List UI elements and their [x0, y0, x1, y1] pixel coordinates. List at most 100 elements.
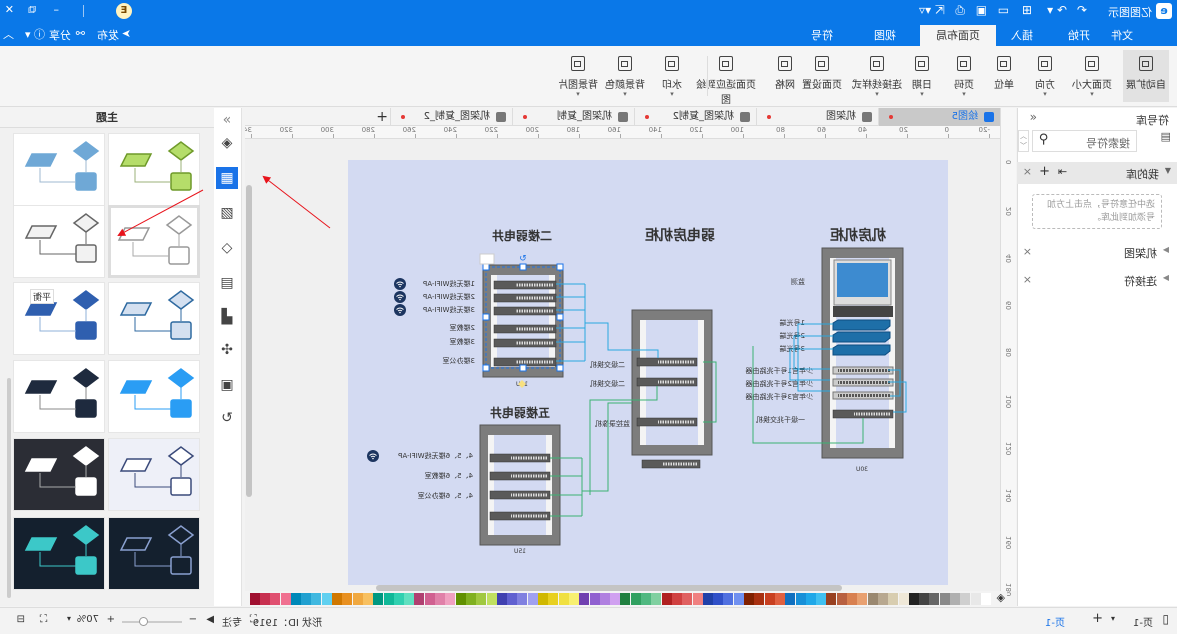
theme-thumbnail-navy[interactable]	[13, 360, 105, 433]
theme-thumbnail-bright-blue[interactable]	[108, 360, 200, 433]
color-swatch[interactable]	[280, 593, 291, 605]
rack-weak-current-room[interactable]	[631, 309, 713, 469]
zoom-slider[interactable]	[122, 617, 182, 626]
color-swatch[interactable]	[908, 593, 919, 605]
color-swatch[interactable]	[466, 593, 476, 605]
color-swatch[interactable]	[888, 593, 899, 605]
color-swatch[interactable]	[744, 593, 755, 605]
close-icon[interactable]: ×	[1023, 165, 1032, 178]
scroll-arrows[interactable]: ︿ ﹀	[1018, 130, 1029, 152]
restore-button[interactable]: ⧉	[28, 3, 36, 17]
color-swatch[interactable]	[610, 593, 621, 605]
color-swatch[interactable]	[383, 593, 394, 605]
tab-page-layout[interactable]: 页面布局	[920, 25, 996, 46]
add-page-button[interactable]: +	[1092, 611, 1103, 626]
theme-thumbnail-gray[interactable]	[13, 205, 105, 278]
color-swatch[interactable]	[620, 593, 631, 605]
rack-diagram[interactable]: 机房机柜30U监测1号光端2号光端3号光端少年宫1号千兆路由器少年宫2号千兆路由…	[348, 160, 948, 585]
zoom-dropdown-icon[interactable]: ▾	[67, 614, 71, 623]
tab-insert[interactable]: 插入	[1002, 25, 1042, 46]
color-swatch[interactable]	[847, 593, 858, 605]
publish-button[interactable]: 发布	[97, 27, 119, 43]
color-swatch[interactable]	[785, 593, 796, 605]
resize-handle[interactable]	[556, 364, 564, 372]
color-swatch[interactable]	[538, 593, 549, 605]
color-swatch[interactable]	[352, 593, 363, 605]
color-swatch[interactable]	[919, 593, 930, 605]
tab-home[interactable]: 开始	[1059, 25, 1099, 46]
theme-thumbnail-dark-outline[interactable]	[108, 517, 200, 590]
avatar-badge[interactable]: E	[116, 3, 132, 19]
close-icon[interactable]: ×	[1023, 273, 1032, 286]
fit-page-icon[interactable]: ⊟	[17, 614, 25, 625]
rack-fifth-floor[interactable]	[479, 424, 561, 546]
ribbon-button-8[interactable]: 网格	[762, 50, 808, 102]
ribbon-button-3[interactable]: 单位	[981, 50, 1027, 102]
color-swatch[interactable]	[764, 593, 775, 605]
ribbon-button-12[interactable]: 背景图片 ▾	[555, 50, 601, 102]
color-swatch[interactable]	[311, 593, 322, 605]
add-icon[interactable]: +	[1039, 164, 1050, 179]
search-icon[interactable]: ⚲	[1039, 132, 1049, 147]
color-swatch[interactable]	[970, 593, 981, 605]
more-icon[interactable]: ▿	[919, 3, 925, 17]
color-swatch[interactable]	[435, 593, 446, 605]
server-unit[interactable]	[833, 306, 893, 317]
theme-thumbnail-outline-light[interactable]	[108, 438, 200, 511]
fullscreen-icon[interactable]: ⛶	[40, 614, 47, 625]
fiber-transceiver[interactable]	[832, 344, 891, 356]
theme-thumbnail-balance[interactable]: 平衡	[13, 282, 105, 355]
color-swatch[interactable]	[981, 593, 991, 605]
color-swatch[interactable]	[393, 593, 404, 605]
drawing-page[interactable]: 机房机柜 30U 监测 1号光端 2号光端 3号光端 少年宫1号千兆路由器 少年宫2号千兆路由…	[348, 160, 948, 585]
color-swatch[interactable]	[733, 593, 744, 605]
color-swatch[interactable]	[321, 593, 332, 605]
color-swatch[interactable]	[878, 593, 888, 605]
ribbon-button-0[interactable]: 自动扩展	[1123, 50, 1169, 102]
color-swatch[interactable]	[332, 593, 343, 605]
color-swatch[interactable]	[630, 593, 641, 605]
color-swatch[interactable]	[558, 593, 569, 605]
theme-thumbnail-green[interactable]	[108, 133, 200, 206]
minimize-button[interactable]: –	[54, 3, 60, 16]
paint-bucket-icon[interactable]: ◈	[997, 591, 1005, 604]
color-swatch[interactable]	[301, 593, 312, 605]
resize-handle[interactable]	[482, 263, 490, 271]
theme-thumbnail-white[interactable]	[108, 205, 200, 278]
color-swatch[interactable]	[569, 593, 579, 605]
add-tab-button[interactable]: +	[376, 108, 388, 126]
color-swatch[interactable]	[270, 593, 281, 605]
color-swatch[interactable]	[723, 593, 734, 605]
page-dropdown-icon[interactable]: ▾	[1111, 614, 1115, 623]
undo-icon[interactable]: ↶	[1077, 3, 1087, 17]
new-icon[interactable]: ⊞	[1022, 3, 1032, 17]
ribbon-button-10[interactable]: 水印 ▾	[649, 50, 695, 102]
rotate-handle-icon[interactable]: ↻	[519, 254, 527, 264]
canvas[interactable]: 机房机柜 30U 监测 1号光端 2号光端 3号光端 少年宫1号千兆路由器 少年宫2号千兆路由…	[245, 139, 1000, 591]
theme-thumbnail-dark-teal[interactable]	[13, 517, 105, 590]
fiber-transceiver[interactable]	[832, 319, 891, 331]
color-swatch[interactable]	[867, 593, 878, 605]
color-swatch[interactable]	[816, 593, 827, 605]
color-swatch[interactable]	[496, 593, 507, 605]
color-swatch[interactable]	[939, 593, 950, 605]
doc-tab[interactable]: 机架图_复制_2	[390, 108, 512, 126]
color-swatch[interactable]	[795, 593, 806, 605]
resize-handle[interactable]	[556, 313, 564, 321]
zoom-out-button[interactable]: −	[189, 614, 197, 625]
import-icon[interactable]: ⇥	[1058, 165, 1067, 178]
theme-icon[interactable]: ▦	[216, 167, 238, 189]
collapse-panel-icon[interactable]: »	[216, 109, 238, 131]
color-swatch[interactable]	[342, 593, 353, 605]
color-swatch[interactable]	[527, 593, 538, 605]
focus-button[interactable]: 专注	[222, 614, 242, 629]
color-swatch[interactable]	[775, 593, 785, 605]
theme-thumbnail-blue[interactable]	[13, 133, 105, 206]
redo-icon[interactable]: ↷ ▾	[1047, 3, 1067, 17]
ribbon-button-11[interactable]: 背景颜色 ▾	[602, 50, 648, 102]
color-swatch[interactable]	[805, 593, 816, 605]
doc-tab[interactable]: 机架图_复制	[512, 108, 634, 126]
fill-icon[interactable]: ◈	[216, 132, 238, 154]
resize-handle[interactable]	[482, 364, 490, 372]
vertical-scrollbar[interactable]	[246, 185, 252, 497]
